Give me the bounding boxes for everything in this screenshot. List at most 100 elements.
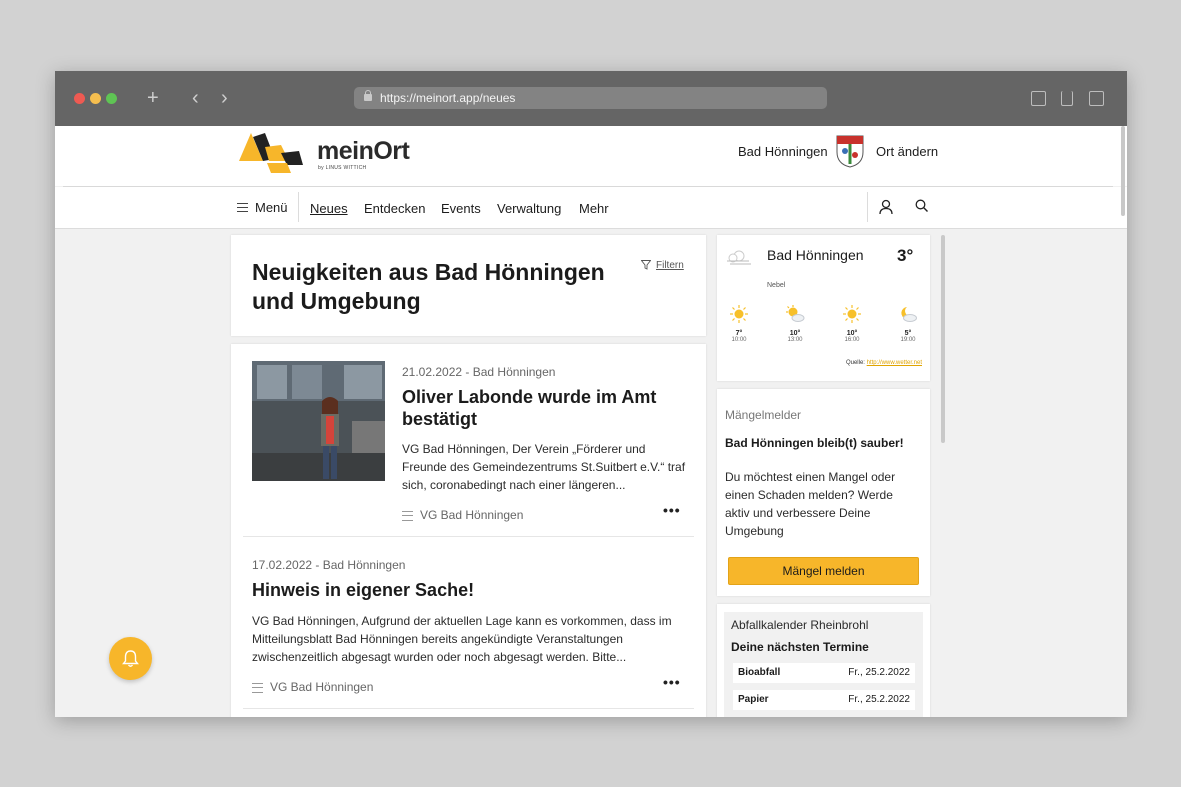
- text-lines-icon: [252, 683, 263, 693]
- waste-date: Fr., 25.2.2022: [848, 667, 910, 678]
- forecast-item: 10° 13:00: [780, 305, 810, 343]
- article-source[interactable]: VG Bad Hönningen: [252, 680, 373, 694]
- maximize-window-button[interactable]: [106, 93, 117, 104]
- moon-cloud-icon: [901, 307, 917, 322]
- waste-calendar-title: Abfallkalender Rheinbrohl: [731, 618, 869, 632]
- article-divider: [243, 536, 694, 537]
- waste-type: Bioabfall: [738, 667, 781, 678]
- weather-temperature: 3°: [897, 246, 914, 265]
- site-header: meinOrt by LINUS WITTICH Bad Hönningen O…: [55, 126, 1127, 186]
- article-source-label: VG Bad Hönningen: [270, 680, 374, 694]
- weather-condition: Nebel: [767, 282, 786, 289]
- close-window-button[interactable]: [74, 93, 85, 104]
- article-meta: 21.02.2022 - Bad Hönningen: [402, 365, 556, 379]
- forward-icon[interactable]: ›: [221, 87, 228, 109]
- filter-label: Filtern: [656, 260, 684, 271]
- defect-reporter-headline: Bad Hönningen bleib(t) sauber!: [725, 436, 904, 450]
- browser-toolbar: + ‹ › https://meinort.app/neues: [55, 71, 1127, 126]
- meinort-logo-icon[interactable]: [239, 129, 307, 177]
- forecast-time: 13:00: [787, 337, 803, 343]
- minimize-window-button[interactable]: [90, 93, 101, 104]
- logo-text[interactable]: meinOrt: [317, 137, 410, 166]
- forecast-time: 19:00: [900, 337, 916, 343]
- news-header-card: Neuigkeiten aus Bad Hönningen und Umgebu…: [231, 235, 706, 336]
- waste-entry[interactable]: Papier Fr., 25.2.2022: [733, 690, 915, 710]
- logo-subtitle: by LINUS WITTICH: [318, 165, 367, 171]
- nav-separator: [298, 192, 299, 222]
- article-title[interactable]: Oliver Labonde wurde im Amt bestätigt: [402, 386, 682, 430]
- nav-item-verwaltung[interactable]: Verwaltung: [497, 201, 561, 216]
- waste-calendar-box: Abfallkalender Rheinbrohl Deine nächsten…: [724, 612, 923, 717]
- defect-reporter-card: Mängelmelder Bad Hönningen bleib(t) saub…: [717, 389, 930, 596]
- user-icon[interactable]: [879, 199, 893, 215]
- article-source-label: VG Bad Hönningen: [420, 508, 524, 522]
- forecast-temp: 5°: [904, 330, 912, 337]
- new-tab-icon[interactable]: +: [147, 87, 159, 109]
- waste-calendar-card: Abfallkalender Rheinbrohl Deine nächsten…: [717, 604, 930, 717]
- waste-entry[interactable]: Bioabfall Fr., 25.2.2022: [733, 663, 915, 683]
- forecast-temp: 10°: [789, 330, 801, 337]
- nav-item-mehr[interactable]: Mehr: [579, 201, 609, 216]
- waste-date: Fr., 25.2.2022: [848, 694, 910, 705]
- filter-icon: [641, 260, 651, 270]
- forecast-item: 5° 19:00: [893, 305, 923, 343]
- browser-window: + ‹ › https://meinort.app/neues meinOrt …: [55, 71, 1127, 717]
- article-photo: [252, 361, 385, 481]
- address-bar[interactable]: https://meinort.app/neues: [354, 87, 827, 109]
- page-title: Neuigkeiten aus Bad Hönningen und Umgebu…: [252, 259, 605, 314]
- reader-icon[interactable]: [1031, 91, 1046, 106]
- page-scrollbar[interactable]: [1121, 126, 1125, 216]
- waste-calendar-subtitle: Deine nächsten Termine: [731, 640, 869, 654]
- more-options-button[interactable]: •••: [663, 674, 681, 690]
- article-divider: [243, 708, 694, 709]
- forecast-item: 7° 10:00: [724, 305, 754, 343]
- text-lines-icon: [402, 511, 413, 521]
- article-teaser: VG Bad Hönningen, Aufgrund der aktuellen…: [252, 614, 672, 664]
- page-viewport: meinOrt by LINUS WITTICH Bad Hönningen O…: [55, 126, 1127, 717]
- url-text: https://meinort.app/neues: [380, 91, 516, 105]
- article-source[interactable]: VG Bad Hönningen: [402, 508, 523, 522]
- bell-icon: [122, 650, 139, 667]
- sun-icon: [843, 305, 861, 323]
- article-title[interactable]: Hinweis in eigener Sache!: [252, 579, 682, 601]
- current-town: Bad Hönningen: [738, 144, 828, 159]
- search-icon[interactable]: [915, 199, 929, 213]
- nav-item-neues[interactable]: Neues: [310, 201, 348, 216]
- notifications-button[interactable]: [109, 637, 152, 680]
- nav-item-entdecken[interactable]: Entdecken: [364, 201, 425, 216]
- forecast-time: 10:00: [731, 337, 747, 343]
- forecast-temp: 10°: [846, 330, 858, 337]
- defect-reporter-text: Du möchtest einen Mangel oder einen Scha…: [725, 470, 896, 538]
- weather-town: Bad Hönningen: [767, 247, 864, 263]
- forecast-time: 16:00: [844, 337, 860, 343]
- tabs-overview-icon[interactable]: [1089, 91, 1104, 106]
- nav-item-events[interactable]: Events: [441, 201, 481, 216]
- waste-type: Papier: [738, 694, 769, 705]
- change-location-link[interactable]: Ort ändern: [876, 144, 938, 159]
- weather-widget: Bad Hönningen Nebel 3° 7° 10:00 10° 13:0…: [717, 235, 930, 381]
- news-list-card: 21.02.2022 - Bad Hönningen Oliver Labond…: [231, 344, 706, 717]
- sidebar-scrollbar[interactable]: [941, 235, 945, 443]
- article-teaser: VG Bad Hönningen, Der Verein „Förderer u…: [402, 442, 686, 492]
- more-options-button[interactable]: •••: [663, 502, 681, 518]
- menu-button[interactable]: Menü: [237, 200, 288, 215]
- nav-separator: [867, 192, 868, 222]
- back-icon[interactable]: ‹: [192, 87, 199, 109]
- sun-cloud-icon: [786, 305, 805, 322]
- menu-label: Menü: [255, 200, 288, 215]
- lock-icon: [364, 90, 372, 101]
- article-meta: 17.02.2022 - Bad Hönningen: [252, 558, 406, 572]
- sun-icon: [730, 305, 748, 323]
- article-image[interactable]: [252, 361, 385, 481]
- hamburger-icon: [237, 203, 248, 212]
- forecast-item: 10° 16:00: [837, 305, 867, 343]
- fog-icon: [727, 250, 751, 265]
- main-nav: Menü Neues Entdecken Events Verwaltung M…: [55, 187, 1127, 229]
- weather-source-link[interactable]: http://www.wetter.net: [867, 360, 922, 366]
- share-icon[interactable]: [1061, 91, 1073, 106]
- filter-button[interactable]: Filtern: [641, 260, 684, 271]
- town-crest-icon: [836, 135, 864, 168]
- weather-source-label: Quelle:: [845, 360, 865, 366]
- report-defect-button[interactable]: Mängel melden: [728, 557, 919, 585]
- forecast-temp: 7°: [735, 330, 743, 337]
